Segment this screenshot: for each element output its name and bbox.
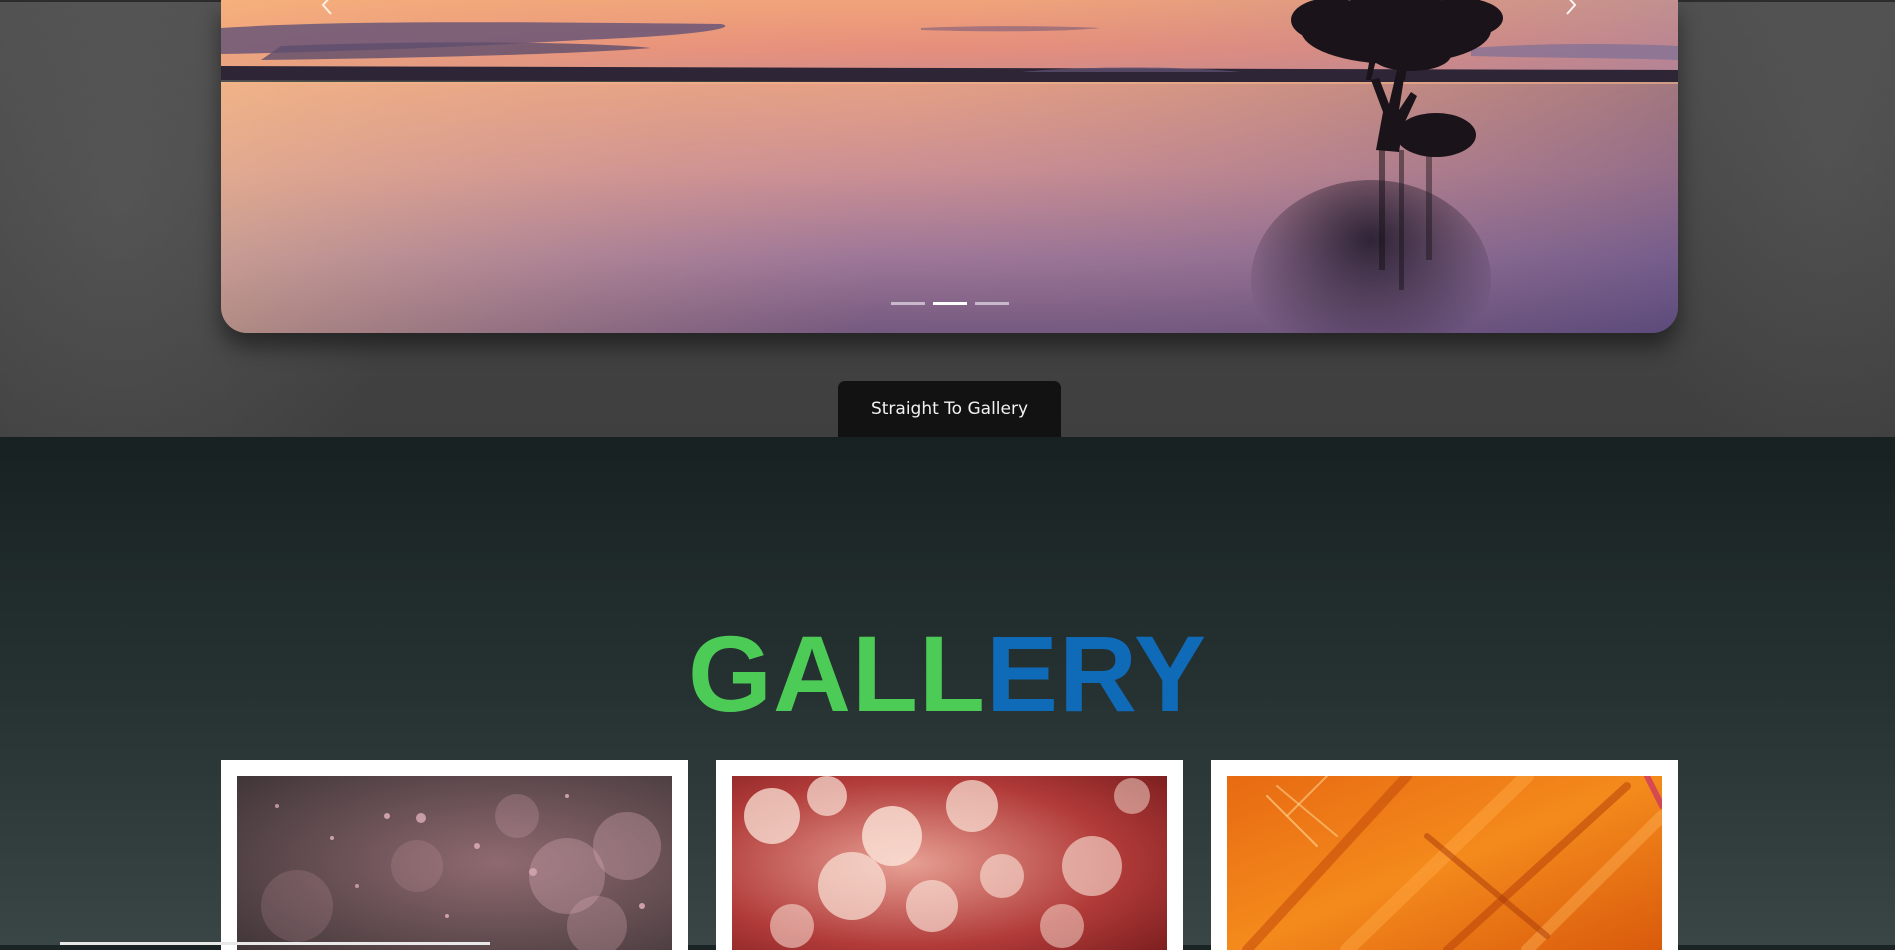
gallery-photo-orange-paint xyxy=(1227,776,1662,950)
carousel-indicator-3[interactable] xyxy=(974,302,1009,305)
gallery-title-part1: GALL xyxy=(687,613,986,734)
gallery-card-3[interactable] xyxy=(1211,760,1678,950)
carousel-indicators xyxy=(221,302,1678,305)
chevron-right-icon[interactable] xyxy=(1561,0,1581,16)
chevron-left-icon[interactable] xyxy=(317,0,337,16)
gallery-title: GALLERY xyxy=(0,619,1895,729)
carousel-slide-sunset-lake xyxy=(221,0,1678,333)
straight-to-gallery-button[interactable]: Straight To Gallery xyxy=(838,381,1061,437)
gallery-photo-pink-bokeh xyxy=(237,776,672,950)
gallery-section: GALLERY xyxy=(0,437,1895,950)
gallery-card-1[interactable] xyxy=(221,760,688,950)
hero-section: Straight To Gallery xyxy=(0,0,1895,437)
image-carousel[interactable] xyxy=(221,0,1678,333)
gallery-title-part2: ERY xyxy=(985,613,1207,734)
carousel-indicator-2-active[interactable] xyxy=(932,302,967,305)
carousel-indicator-1[interactable] xyxy=(890,302,925,305)
gallery-card-2[interactable] xyxy=(716,760,1183,950)
gallery-photo-red-bokeh xyxy=(732,776,1167,950)
